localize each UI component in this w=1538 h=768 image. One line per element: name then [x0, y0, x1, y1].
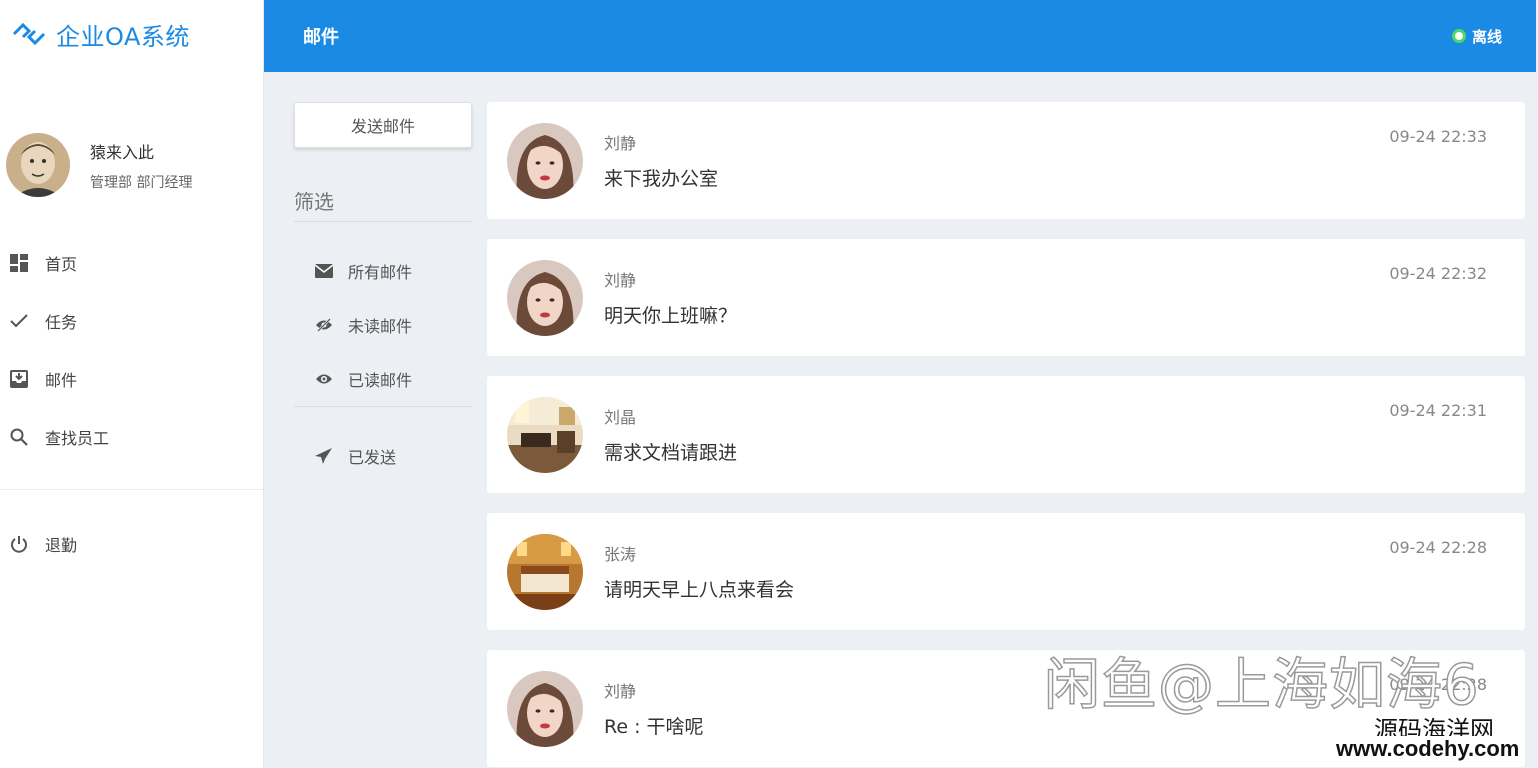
filter-heading: 筛选	[294, 186, 472, 222]
status-indicator[interactable]: 离线	[1451, 26, 1502, 47]
inbox-icon	[9, 369, 29, 389]
sidebar-item-label: 首页	[45, 255, 78, 274]
mail-subject: Re : 干啥呢	[604, 716, 704, 738]
search-icon	[9, 427, 29, 447]
send-mail-button[interactable]: 发送邮件	[294, 102, 472, 148]
sidebar-item-mail[interactable]: 邮件	[0, 350, 263, 408]
top-header: 邮件 离线	[264, 0, 1536, 72]
mail-filters: 发送邮件 筛选 所有邮件 未读邮件 已读邮件 已发送	[294, 102, 472, 483]
mail-time: 09-24 22:33	[1389, 127, 1487, 146]
sidebar-item-label: 查找员工	[45, 429, 110, 448]
filter-sent-mail[interactable]: 已发送	[294, 429, 472, 483]
mail-sender: 刘静	[604, 134, 637, 153]
mail-subject: 明天你上班嘛？	[604, 305, 738, 327]
filter-label: 未读邮件	[348, 317, 413, 336]
mail-subject: 来下我办公室	[604, 168, 719, 190]
sidebar-item-label: 任务	[45, 313, 78, 332]
mail-sender: 刘晶	[604, 408, 637, 427]
user-name: 猿来入此	[90, 142, 155, 162]
mail-subject: 需求文档请跟进	[604, 442, 738, 464]
sidebar: 企业OA系统 猿来入此 管理部 部门经理 首页 任务 邮件 查找员工 退勤	[0, 0, 264, 768]
sidebar-item-home[interactable]: 首页	[0, 234, 263, 292]
sidebar-item-logout[interactable]: 退勤	[0, 515, 263, 573]
filter-label: 所有邮件	[348, 263, 413, 282]
page-title: 邮件	[303, 27, 339, 48]
sidebar-item-find-staff[interactable]: 查找员工	[0, 408, 263, 466]
user-profile: 猿来入此 管理部 部门经理	[0, 68, 263, 234]
mail-subject: 请明天早上八点来看会	[604, 579, 795, 601]
woman-portrait-avatar	[507, 670, 583, 747]
divider	[294, 406, 472, 407]
mail-time: 09-24 22:28	[1389, 538, 1487, 557]
watermark-site-url: www.codehy.com	[1332, 736, 1524, 762]
hotel-room-photo-avatar	[507, 533, 583, 610]
eye-slash-icon	[314, 317, 334, 333]
filter-label: 已读邮件	[348, 371, 413, 390]
check-icon	[9, 311, 29, 331]
eye-icon	[314, 371, 334, 387]
mail-item[interactable]: 刘静 明天你上班嘛？ 09-24 22:32	[487, 239, 1525, 356]
paper-plane-icon	[314, 448, 334, 464]
room-photo-avatar	[507, 396, 583, 473]
sidebar-nav: 首页 任务 邮件 查找员工 退勤	[0, 234, 263, 573]
mail-sender: 刘静	[604, 682, 637, 701]
mail-sender: 张涛	[604, 545, 637, 564]
woman-portrait-avatar	[507, 122, 583, 199]
mail-time: 09-24 22:31	[1389, 401, 1487, 420]
sidebar-item-label: 邮件	[45, 371, 78, 390]
filter-label: 已发送	[348, 448, 397, 467]
app-title: 企业OA系统	[56, 22, 190, 51]
power-icon	[9, 534, 29, 554]
mail-item[interactable]: 张涛 请明天早上八点来看会 09-24 22:28	[487, 513, 1525, 630]
divider	[0, 489, 263, 490]
watermark-text: 闲鱼@上海如海6	[1043, 652, 1480, 719]
user-department: 管理部 部门经理	[90, 174, 193, 191]
mail-item[interactable]: 刘静 来下我办公室 09-24 22:33	[487, 102, 1525, 219]
mail-time: 09-24 22:32	[1389, 264, 1487, 283]
logo-icon	[12, 22, 46, 46]
sidebar-item-tasks[interactable]: 任务	[0, 292, 263, 350]
woman-portrait-avatar	[507, 259, 583, 336]
mail-sender: 刘静	[604, 271, 637, 290]
status-dot-icon	[1451, 29, 1466, 43]
mail-item[interactable]: 刘晶 需求文档请跟进 09-24 22:31	[487, 376, 1525, 493]
filter-all-mail[interactable]: 所有邮件	[294, 244, 472, 298]
dashboard-icon	[9, 253, 29, 273]
filter-unread-mail[interactable]: 未读邮件	[294, 298, 472, 352]
envelope-icon	[314, 263, 334, 279]
sidebar-item-label: 退勤	[45, 536, 78, 555]
status-label: 离线	[1471, 27, 1502, 46]
avatar[interactable]	[6, 133, 70, 197]
filter-read-mail[interactable]: 已读邮件	[294, 352, 472, 406]
brand[interactable]: 企业OA系统	[0, 0, 263, 68]
